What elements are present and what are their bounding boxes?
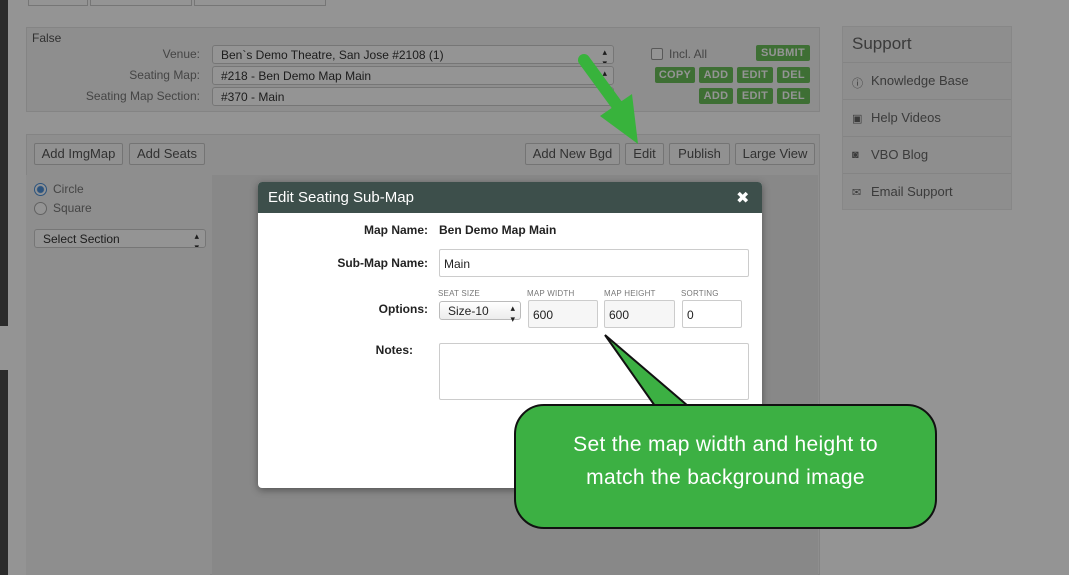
callout-text: Set the map width and height to match th… (514, 428, 937, 494)
seat-size-label: SEAT SIZE (438, 289, 480, 298)
select-caret-icon: ▴▾ (510, 303, 515, 324)
map-name-label: Map Name: (363, 223, 428, 237)
sorting-label: SORTING (681, 289, 719, 298)
map-width-label: MAP WIDTH (527, 289, 575, 298)
modal-title: Edit Seating Sub-Map (268, 189, 414, 206)
close-icon[interactable]: ✖ (736, 188, 749, 208)
annotation-arrow (578, 54, 638, 144)
map-width-input[interactable]: 600 (528, 300, 598, 328)
notes-label: Notes: (375, 343, 413, 357)
options-label: Options: (378, 302, 428, 316)
sub-map-name-input[interactable]: Main (439, 249, 749, 277)
callout-line-1: Set the map width and height to (573, 433, 878, 456)
notes-textarea[interactable] (439, 343, 749, 400)
seat-size-value: Size-10 (448, 304, 489, 318)
sub-map-name-label: Sub-Map Name: (337, 256, 428, 270)
map-height-input[interactable]: 600 (604, 300, 675, 328)
sorting-input[interactable]: 0 (682, 300, 742, 328)
map-height-label: MAP HEIGHT (604, 289, 656, 298)
map-name-value: Ben Demo Map Main (439, 223, 557, 237)
seat-size-select[interactable]: Size-10 ▴ ▾ (439, 301, 521, 324)
callout-line-2: match the background image (586, 466, 865, 489)
